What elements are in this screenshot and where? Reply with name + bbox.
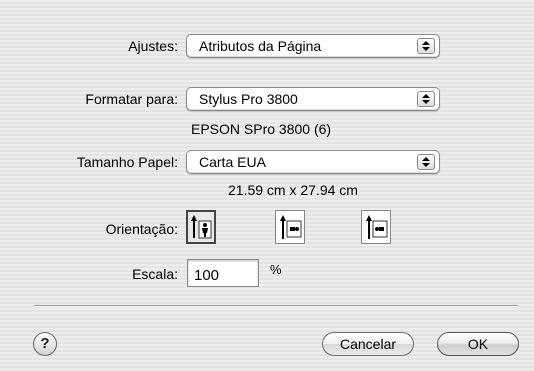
- formatar-value: Stylus Pro 3800: [199, 91, 298, 107]
- ajustes-label: Ajustes:: [128, 38, 178, 54]
- orientation-landscape-left-button[interactable]: [275, 210, 305, 244]
- popup-arrows-icon: [417, 154, 435, 170]
- tamanho-value: Carta EUA: [199, 154, 266, 170]
- popup-arrows-icon: [417, 38, 435, 54]
- formatar-label: Formatar para:: [85, 91, 178, 107]
- landscape-right-orientation-icon: [366, 215, 388, 239]
- cancel-button[interactable]: Cancelar: [322, 332, 414, 356]
- portrait-orientation-icon: [191, 215, 212, 239]
- orientation-portrait-button[interactable]: [186, 210, 216, 244]
- help-button[interactable]: ?: [33, 332, 57, 356]
- landscape-left-orientation-icon: [280, 215, 302, 239]
- ajustes-popup[interactable]: Atributos da Página: [186, 34, 440, 58]
- tamanho-label: Tamanho Papel:: [76, 154, 178, 170]
- orientacao-label: Orientação:: [105, 221, 178, 237]
- orientation-landscape-right-button[interactable]: [361, 210, 391, 244]
- separator: [34, 305, 518, 307]
- scale-unit: %: [270, 262, 282, 277]
- paper-dimensions: 21.59 cm x 27.94 cm: [228, 182, 358, 198]
- tamanho-popup[interactable]: Carta EUA: [186, 150, 440, 174]
- ajustes-value: Atributos da Página: [199, 38, 322, 54]
- popup-arrows-icon: [417, 91, 435, 107]
- printer-info: EPSON SPro 3800 (6): [191, 121, 332, 137]
- formatar-popup[interactable]: Stylus Pro 3800: [186, 87, 440, 111]
- scale-input[interactable]: [187, 259, 259, 287]
- escala-label: Escala:: [132, 266, 178, 282]
- ok-button[interactable]: OK: [437, 332, 519, 356]
